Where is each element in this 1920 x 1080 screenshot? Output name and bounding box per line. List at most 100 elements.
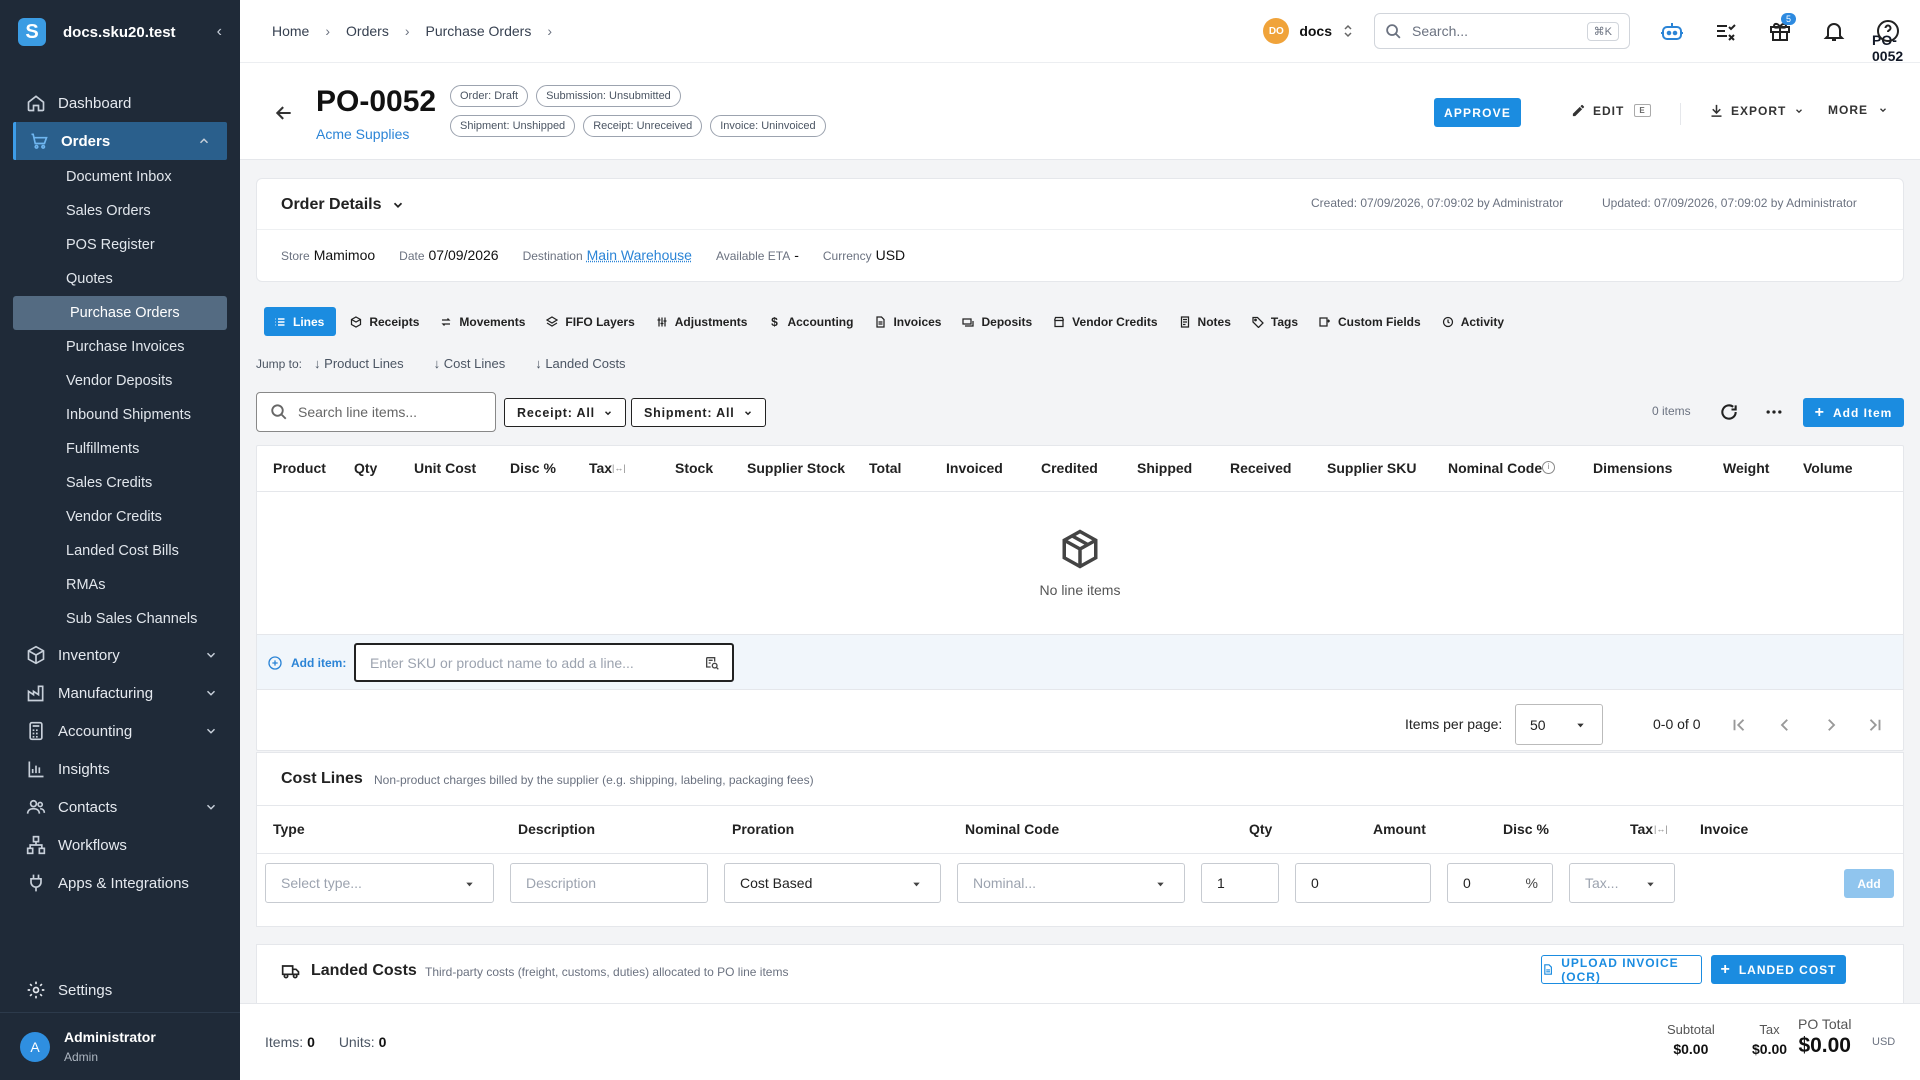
export-button[interactable]: EXPORT	[1709, 103, 1804, 118]
sidebar-item-inventory[interactable]: Inventory	[0, 636, 240, 674]
per-page-select[interactable]: 50	[1515, 704, 1603, 745]
sidebar-subitem-fulfillments[interactable]: Fulfillments	[0, 432, 240, 466]
column-header[interactable]: Disc %	[510, 460, 556, 476]
sidebar-subitem-rmas[interactable]: RMAs	[0, 568, 240, 602]
sidebar-subitem-inbound-shipments[interactable]: Inbound Shipments	[0, 398, 240, 432]
sidebar-subitem-purchase-invoices[interactable]: Purchase Invoices	[0, 330, 240, 364]
user-profile[interactable]: A Administrator Admin	[0, 1012, 240, 1080]
column-header[interactable]: Nominal Code	[1448, 460, 1542, 476]
sidebar-subitem-sales-orders[interactable]: Sales Orders	[0, 194, 240, 228]
column-header[interactable]: Stock	[675, 460, 713, 476]
tab-movements[interactable]: Movements	[440, 307, 525, 336]
cost-tax-select[interactable]: Tax...	[1569, 863, 1675, 903]
column-header[interactable]: Product	[273, 460, 326, 476]
sidebar-item-settings[interactable]: Settings	[26, 980, 112, 1000]
more-horizontal-icon[interactable]	[1764, 402, 1784, 422]
column-header[interactable]: Dimensions	[1593, 460, 1672, 476]
sidebar-subitem-vendor-deposits[interactable]: Vendor Deposits	[0, 364, 240, 398]
order-details-toggle[interactable]: Order Details	[281, 196, 405, 214]
tab-invoices[interactable]: Invoices	[874, 307, 941, 336]
workspace-switcher[interactable]: DO docs	[1263, 18, 1354, 44]
add-line-input[interactable]: Enter SKU or product name to add a line.…	[354, 643, 734, 682]
sidebar-subitem-vendor-credits[interactable]: Vendor Credits	[0, 500, 240, 534]
column-header[interactable]: Tax	[589, 460, 612, 476]
line-search-input[interactable]: Search line items...	[256, 392, 496, 432]
column-header[interactable]: Credited	[1041, 460, 1098, 476]
tab-tags[interactable]: Tags	[1252, 307, 1298, 336]
tab-accounting[interactable]: $ Accounting	[768, 307, 853, 336]
sidebar-item-orders[interactable]: Orders	[13, 122, 227, 160]
tab-lines[interactable]: Lines	[264, 307, 337, 336]
nominal-code-select[interactable]: Nominal...	[957, 863, 1185, 903]
refresh-icon[interactable]	[1719, 402, 1739, 422]
sidebar-subitem-pos-register[interactable]: POS Register	[0, 228, 240, 262]
supplier-link[interactable]: Acme Supplies	[316, 126, 409, 142]
sidebar-item-apps-integrations[interactable]: Apps & Integrations	[0, 864, 240, 902]
breadcrumb-home[interactable]: Home	[272, 23, 309, 39]
cost-qty-input[interactable]: 1	[1201, 863, 1279, 903]
tab-notes[interactable]: Notes	[1179, 307, 1231, 336]
column-header[interactable]: Received	[1230, 460, 1291, 476]
column-header[interactable]: Volume	[1803, 460, 1853, 476]
store-value[interactable]: Mamimoo	[314, 247, 375, 263]
column-header[interactable]: Weight	[1723, 460, 1769, 476]
tax-toggle-icon[interactable]: |↔|	[612, 463, 626, 473]
jump-link-product-lines[interactable]: ↓ Product Lines	[314, 356, 404, 371]
column-header[interactable]: Invoiced	[946, 460, 1003, 476]
global-search-input[interactable]: Search... ⌘K	[1374, 13, 1630, 49]
add-landed-cost-button[interactable]: + LANDED COST	[1711, 955, 1846, 984]
shipment-filter-dropdown[interactable]: Shipment: All	[631, 398, 766, 427]
column-header[interactable]: Total	[869, 460, 901, 476]
upload-invoice-ocr-button[interactable]: UPLOAD INVOICE (OCR)	[1541, 955, 1702, 984]
back-arrow-icon[interactable]	[274, 103, 294, 123]
tasks-icon[interactable]	[1714, 19, 1738, 43]
last-page-icon[interactable]	[1866, 716, 1884, 734]
sidebar-subitem-sales-credits[interactable]: Sales Credits	[0, 466, 240, 500]
cost-amount-input[interactable]: 0	[1295, 863, 1431, 903]
breadcrumb-orders[interactable]: Orders	[346, 23, 389, 39]
column-header[interactable]: Qty	[354, 460, 377, 476]
tab-deposits[interactable]: Deposits	[962, 307, 1032, 336]
tab-custom-fields[interactable]: Custom Fields	[1319, 307, 1421, 336]
sidebar-subitem-landed-cost-bills[interactable]: Landed Cost Bills	[0, 534, 240, 568]
next-page-icon[interactable]	[1822, 716, 1840, 734]
add-item-button[interactable]: + Add Item	[1803, 398, 1904, 427]
more-button[interactable]: MORE	[1828, 103, 1888, 117]
sidebar-item-workflows[interactable]: Workflows	[0, 826, 240, 864]
column-header[interactable]: Unit Cost	[414, 460, 476, 476]
sidebar-item-manufacturing[interactable]: Manufacturing	[0, 674, 240, 712]
proration-select[interactable]: Cost Based	[724, 863, 941, 903]
sidebar-item-dashboard[interactable]: Dashboard	[0, 84, 240, 122]
cost-type-select[interactable]: Select type...	[265, 863, 494, 903]
jump-link-cost-lines[interactable]: ↓ Cost Lines	[434, 356, 506, 371]
sidebar-item-accounting[interactable]: Accounting	[0, 712, 240, 750]
edit-button[interactable]: EDIT E	[1571, 103, 1651, 118]
tab-receipts[interactable]: Receipts	[350, 307, 419, 336]
sidebar-subitem-quotes[interactable]: Quotes	[0, 262, 240, 296]
sidebar-subitem-sub-sales-channels[interactable]: Sub Sales Channels	[0, 602, 240, 636]
sidebar-item-contacts[interactable]: Contacts	[0, 788, 240, 826]
receipt-filter-dropdown[interactable]: Receipt: All	[504, 398, 626, 427]
bell-icon[interactable]	[1822, 19, 1846, 43]
product-search-icon[interactable]	[704, 655, 720, 671]
gift-icon[interactable]: 5	[1768, 13, 1796, 43]
column-header[interactable]: Supplier Stock	[747, 460, 845, 476]
info-icon[interactable]: i	[1542, 461, 1555, 474]
cost-description-input[interactable]: Description	[510, 863, 708, 903]
collapse-sidebar-icon[interactable]: ‹	[217, 23, 222, 41]
ai-assistant-icon[interactable]	[1660, 19, 1684, 43]
add-cost-line-button[interactable]: Add	[1844, 869, 1894, 898]
tax-toggle-icon[interactable]: |↔|	[1654, 824, 1668, 834]
breadcrumb-purchase-orders[interactable]: Purchase Orders	[426, 23, 532, 39]
sidebar-subitem-document-inbox[interactable]: Document Inbox	[0, 160, 240, 194]
column-header[interactable]: Shipped	[1137, 460, 1192, 476]
tab-activity[interactable]: Activity	[1442, 307, 1504, 336]
help-icon[interactable]	[1876, 19, 1900, 43]
column-header[interactable]: Supplier SKU	[1327, 460, 1416, 476]
jump-link-landed-costs[interactable]: ↓ Landed Costs	[535, 356, 625, 371]
eta-value[interactable]: -	[794, 247, 799, 263]
sidebar-item-insights[interactable]: Insights	[0, 750, 240, 788]
approve-button[interactable]: APPROVE	[1434, 98, 1521, 127]
cost-discount-input[interactable]: 0 %	[1447, 863, 1553, 903]
first-page-icon[interactable]	[1730, 716, 1748, 734]
